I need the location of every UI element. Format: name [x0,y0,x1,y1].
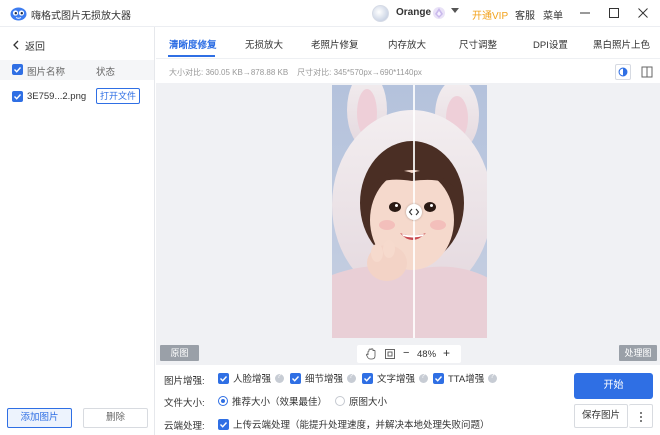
maximize-icon[interactable] [603,3,625,23]
face-enhance-label: 人脸增强 [233,374,272,385]
zoom-toolbar: − 48% + [357,345,461,363]
comparison-info: 大小对比: 360.05 KB→878.88 KB 尺寸对比: 345*570p… [169,67,422,78]
tta-enhance-help-icon[interactable] [488,373,498,383]
detail-enhance-label: 细节增强 [305,374,344,385]
menu-link[interactable]: 菜单 [543,7,563,22]
cloud-processing-text: 上传云端处理（能提升处理速度，并解决本地处理失败问题） [233,420,490,431]
tab-memory-enlarge[interactable]: 内存放大 [388,37,426,51]
dimension-compare-value: 345*570px→690*1140px [333,68,422,77]
save-image-button[interactable]: 保存图片 [574,404,628,428]
text-enhance-help-icon[interactable] [419,373,429,383]
chevron-left-icon [13,40,19,50]
file-name: 3E759...2.png [27,91,87,102]
file-list-item[interactable]: 3E759...2.png 打开文件 [0,86,154,106]
zoom-level: 48% [417,349,437,360]
tta-enhance-checkbox[interactable] [433,372,444,384]
add-image-button[interactable]: 添加图片 [7,408,72,428]
file-list-header: 图片名称 状态 [0,60,154,80]
open-file-button[interactable]: 打开文件 [96,88,140,104]
side-by-side-icon[interactable] [639,64,655,80]
text-enhance-checkbox[interactable] [362,372,373,384]
file-sidebar: 返回 图片名称 状态 3E759...2.png 打开文件 添加图片 删除 [0,27,155,435]
cloud-processing-label: 云端处理: [164,421,205,432]
customer-service-link[interactable]: 客服 [515,7,535,22]
title-bar: 嗨格式图片无损放大器 Orange 开通VIP 客服 菜单 [0,0,660,27]
size-compare-value: 360.05 KB→878.88 KB [205,68,289,77]
tab-old-photo-repair[interactable]: 老照片修复 [311,37,359,51]
back-button[interactable]: 返回 [12,38,45,53]
tab-dpi-settings[interactable]: DPI设置 [533,37,568,51]
cloud-processing-checkbox[interactable] [218,418,229,430]
detail-enhance-help-icon[interactable] [347,373,357,383]
text-enhance-label: 文字增强 [377,374,416,385]
option-face-enhance[interactable]: 人脸增强 [218,371,285,385]
tab-clarity-repair[interactable]: 清晰度修复 [169,37,217,51]
close-icon[interactable] [632,3,654,23]
recommended-size-label: 推荐大小（效果最佳） [232,397,328,408]
check-icon [220,421,228,428]
user-name[interactable]: Orange [396,7,431,18]
dimension-compare-label: 尺寸对比: [297,68,332,77]
recommended-size-radio[interactable] [218,396,228,406]
column-header-name: 图片名称 [27,67,66,78]
original-size-radio[interactable] [335,396,345,406]
delete-button[interactable]: 删除 [83,408,148,428]
detail-enhance-checkbox[interactable] [290,372,301,384]
hand-pan-icon[interactable] [365,348,377,360]
zoom-out-button[interactable]: − [403,347,409,359]
back-label: 返回 [25,41,45,53]
select-all-checkbox[interactable] [12,64,23,75]
options-panel: 图片增强: 人脸增强 细节增强 文字增强 TTA增强 文件大小: 推荐大小（效果… [156,365,660,435]
app-title: 嗨格式图片无损放大器 [31,11,131,22]
comparison-info-bar: 大小对比: 360.05 KB→878.88 KB 尺寸对比: 345*570p… [156,59,660,83]
size-compare-label: 大小对比: [169,68,204,77]
check-icon [14,67,22,73]
column-header-status: 状态 [96,67,116,78]
file-checkbox[interactable] [12,91,23,102]
start-button[interactable]: 开始 [574,373,653,399]
enhance-label: 图片增强: [164,376,205,387]
active-tab-indicator [168,55,215,57]
check-icon [435,375,443,382]
user-avatar[interactable] [372,5,389,22]
user-dropdown-chevron-icon[interactable] [451,8,459,13]
option-detail-enhance[interactable]: 细节增强 [290,371,357,385]
option-original-size[interactable]: 原图大小 [335,394,387,408]
tab-lossless-enlarge[interactable]: 无损放大 [245,37,283,51]
minimize-icon[interactable] [574,3,596,23]
feature-tabs: 清晰度修复 无损放大 老照片修复 内存放大 尺寸调整 DPI设置 黑白照片上色 [156,27,660,59]
tab-size-adjust[interactable]: 尺寸调整 [459,37,497,51]
option-text-enhance[interactable]: 文字增强 [362,371,429,385]
processed-label: 处理图 [619,345,657,361]
app-logo-icon [10,7,27,21]
option-recommended-size[interactable]: 推荐大小（效果最佳） [218,394,327,408]
check-icon [220,375,228,382]
check-icon [364,375,372,382]
face-enhance-checkbox[interactable] [218,372,229,384]
vip-badge-icon [433,7,445,19]
original-size-label: 原图大小 [349,397,388,408]
split-handle-icon[interactable] [406,204,422,220]
open-vip-link[interactable]: 开通VIP [472,7,508,22]
option-tta-enhance[interactable]: TTA增强 [433,371,498,385]
tta-enhance-label: TTA增强 [448,374,485,385]
check-icon [292,375,300,382]
check-icon [14,94,22,100]
original-label: 原图 [160,345,199,361]
compare-view-icon[interactable] [615,64,631,80]
tab-bw-colorize[interactable]: 黑白照片上色 [593,37,650,51]
more-options-icon[interactable] [629,404,653,428]
preview-canvas: 原图 处理图 − 48% + [156,83,660,365]
zoom-in-button[interactable]: + [443,346,450,360]
fit-screen-icon[interactable] [384,348,396,360]
file-size-label: 文件大小: [164,398,205,409]
face-enhance-help-icon[interactable] [275,373,285,383]
option-cloud-processing[interactable]: 上传云端处理（能提升处理速度，并解决本地处理失败问题） [218,417,490,431]
